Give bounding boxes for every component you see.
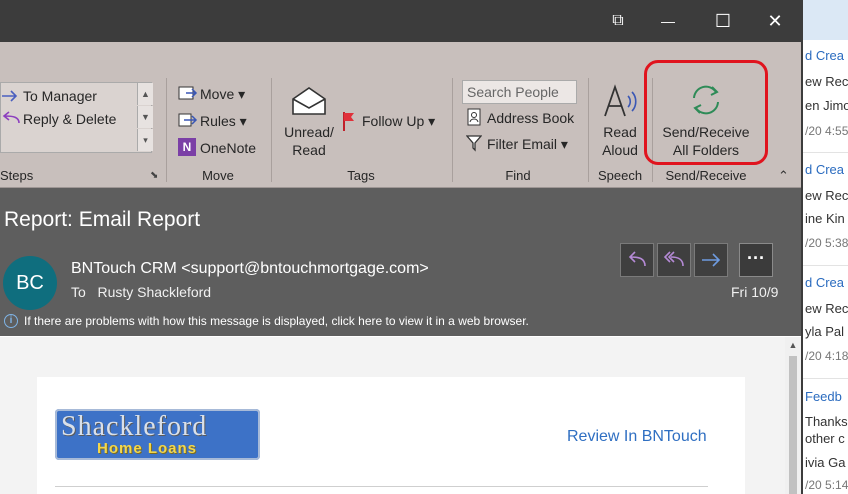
address-book-button[interactable]: Address Book <box>487 110 574 126</box>
close-button[interactable]: ✕ <box>755 8 795 34</box>
list-item-title[interactable]: d Crea <box>805 275 844 290</box>
read-aloud-line1[interactable]: Read <box>595 124 645 140</box>
onenote-button[interactable]: OneNote <box>200 140 256 156</box>
flag-icon <box>343 112 354 131</box>
forward-icon <box>702 253 721 267</box>
list-item-date: /20 4:55 <box>805 124 848 138</box>
follow-up-label: Follow Up <box>362 113 425 129</box>
list-item-title[interactable]: d Crea <box>805 48 844 63</box>
gallery-up-button[interactable]: ▲ <box>137 83 153 105</box>
group-divider <box>588 78 589 182</box>
dialog-launcher-icon[interactable]: ⬊ <box>150 170 158 181</box>
list-item-line: ine Kin <box>805 211 845 226</box>
group-divider <box>166 78 167 182</box>
list-item-title[interactable]: d Crea <box>805 162 844 177</box>
scrollbar-thumb[interactable] <box>789 356 797 494</box>
highlight-annotation <box>644 60 768 165</box>
gallery-more-button[interactable]: ▾ <box>137 129 153 151</box>
to-label: To <box>71 284 86 300</box>
read-aloud-line2[interactable]: Aloud <box>595 142 645 158</box>
reply-icon <box>2 111 20 124</box>
maximize-button[interactable]: ☐ <box>703 8 743 34</box>
gallery-down-button[interactable]: ▼ <box>137 106 153 128</box>
reply-all-button[interactable] <box>657 243 691 277</box>
list-header-strip <box>803 0 848 40</box>
group-label-move: Move <box>202 168 234 183</box>
more-actions-button[interactable]: ··· <box>739 243 773 277</box>
title-bar: ⧉ — ☐ ✕ <box>0 0 801 42</box>
list-item-line: ew Rec <box>805 188 848 203</box>
list-item-date: /20 4:18 <box>805 349 848 363</box>
list-item-line: ew Rec <box>805 74 848 89</box>
reply-button[interactable] <box>620 243 654 277</box>
list-divider <box>803 265 848 266</box>
reply-icon <box>628 251 646 267</box>
group-label-speech: Speech <box>597 168 643 183</box>
company-logo: Shackleford Home Loans <box>55 409 260 460</box>
quick-step-reply-delete[interactable]: Reply & Delete <box>23 111 116 127</box>
reply-all-icon <box>663 251 684 267</box>
message-date: Fri 10/9 <box>731 284 779 300</box>
move-icon <box>178 86 198 100</box>
unread-read-line1[interactable]: Unread/ <box>281 124 337 140</box>
list-item-line: ivia Ga <box>805 455 846 470</box>
group-divider <box>271 78 272 182</box>
read-aloud-icon <box>604 84 637 117</box>
move-label: Move <box>200 86 235 102</box>
sender-name[interactable]: BNTouch CRM <support@bntouchmortgage.com… <box>71 260 429 278</box>
list-item-line: en Jimo <box>805 98 848 113</box>
restore-ribbon-icon[interactable]: ⧉ <box>598 8 638 34</box>
address-book-icon <box>467 108 481 126</box>
arrow-right-icon <box>2 90 18 102</box>
follow-up-button[interactable]: Follow Up ▾ <box>362 113 435 130</box>
filter-icon <box>466 135 482 152</box>
review-in-bntouch-link[interactable]: Review In BNTouch <box>567 428 707 446</box>
list-item-line: ew Rec <box>805 301 848 316</box>
message-subject: Report: Email Report <box>4 208 201 231</box>
onenote-icon: N <box>178 138 196 156</box>
list-item-date: /20 5:14 <box>805 478 848 492</box>
group-label-tags: Tags <box>347 168 375 183</box>
envelope-open-icon <box>292 87 326 115</box>
search-people-input[interactable]: Search People <box>462 80 577 104</box>
rules-icon <box>178 113 198 127</box>
move-button[interactable]: Move ▾ <box>200 86 245 103</box>
rules-label: Rules <box>200 113 236 129</box>
recipient-name[interactable]: Rusty Shackleford <box>97 284 211 300</box>
group-label-steps: Steps <box>0 168 34 183</box>
message-window: ⧉ — ☐ ✕ To Manager Reply & Delete ▲ ▼ ▾ … <box>0 0 803 494</box>
list-item-title[interactable]: Feedb <box>805 389 842 404</box>
logo-main-text: Shackleford <box>61 411 208 442</box>
list-item-line: Thanks <box>805 414 848 429</box>
background-message-list: d Crea ew Rec en Jimo /20 4:55 d Crea ew… <box>803 0 848 494</box>
group-divider <box>452 78 453 182</box>
info-icon: i <box>4 314 18 328</box>
scroll-up-arrow-icon[interactable]: ▲ <box>785 340 801 354</box>
unread-read-line2[interactable]: Read <box>281 142 337 158</box>
list-divider <box>803 152 848 153</box>
avatar[interactable]: BC <box>3 256 57 310</box>
collapse-ribbon-icon[interactable]: ⌃ <box>778 168 789 184</box>
rules-button[interactable]: Rules ▾ <box>200 113 247 130</box>
group-label-find: Find <box>505 168 531 183</box>
filter-email-button[interactable]: Filter Email ▾ <box>487 136 568 153</box>
list-divider <box>803 378 848 379</box>
content-divider <box>55 486 708 487</box>
logo-sub-text: Home Loans <box>97 440 198 457</box>
quick-step-to-manager[interactable]: To Manager <box>23 88 97 104</box>
minimize-button[interactable]: — <box>648 8 688 34</box>
list-item-date: /20 5:38 <box>805 236 848 250</box>
list-item-line: other c <box>805 431 845 446</box>
filter-email-label: Filter Email <box>487 136 558 152</box>
recipient-line: To Rusty Shackleford <box>71 284 211 300</box>
forward-button[interactable] <box>694 243 728 277</box>
list-item-line: yla Pal <box>805 324 845 339</box>
quick-steps-gallery: To Manager Reply & Delete ▲ ▼ ▾ <box>0 82 153 153</box>
group-label-send-receive: Send/Receive <box>665 168 747 183</box>
info-bar-message[interactable]: If there are problems with how this mess… <box>24 314 529 328</box>
